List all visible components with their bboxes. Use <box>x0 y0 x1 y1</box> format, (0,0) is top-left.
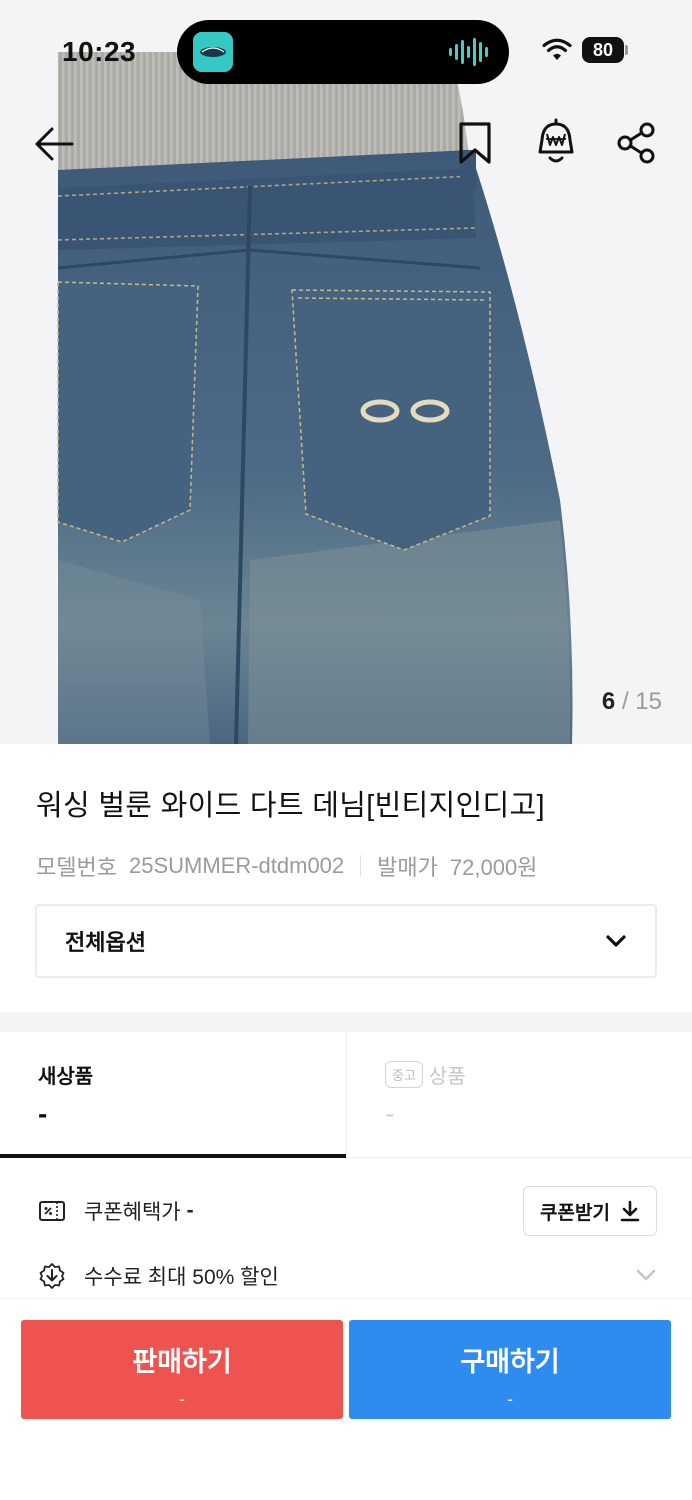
tab-used-label: 상품 <box>428 1066 466 1088</box>
coupon-price-label: 쿠폰혜택가 <box>84 1201 181 1224</box>
coupon-benefit-row: 쿠폰혜택가 - <box>38 1192 194 1230</box>
product-image-gallery[interactable]: 6 / 15 <box>0 0 692 744</box>
product-photo <box>0 0 692 744</box>
tab-new-label: 새상품 <box>38 1066 94 1088</box>
fee-discount-label: 수수료 최대 50% 할인 <box>84 1266 279 1289</box>
battery-level: 80 <box>592 40 614 60</box>
buy-button[interactable]: 구매하기 - <box>349 1320 671 1419</box>
option-select-label: 전체옵션 <box>65 930 146 955</box>
gallery-current-page: 6 <box>601 688 616 715</box>
model-number-value: 25SUMMER-dtdm002 <box>128 853 345 878</box>
meta-divider <box>360 855 362 877</box>
back-arrow-icon[interactable] <box>32 122 76 166</box>
model-number-label: 모델번호 <box>36 855 117 880</box>
gallery-page-indicator: 6 / 15 <box>602 688 662 716</box>
fee-discount-row[interactable]: 수수료 최대 50% 할인 <box>38 1258 279 1294</box>
active-tab-indicator <box>0 1154 346 1158</box>
status-time: 10:23 <box>62 36 137 67</box>
release-price-label: 발매가 <box>377 855 438 880</box>
product-meta: 모델번호 25SUMMER-dtdm002 발매가 72,000원 <box>36 850 537 882</box>
sell-button-price: - <box>179 1389 185 1409</box>
buy-button-price: - <box>507 1389 513 1409</box>
tab-used-product[interactable]: 중고 상품 - <box>346 1032 692 1158</box>
bookmark-icon[interactable] <box>455 120 495 166</box>
tab-used-label-group: 중고 상품 <box>385 1060 466 1089</box>
chevron-down-icon <box>606 935 626 947</box>
get-coupon-label: 쿠폰받기 <box>540 1202 610 1224</box>
sell-button[interactable]: 판매하기 - <box>21 1320 343 1419</box>
coupon-ticket-icon <box>39 1201 65 1221</box>
tab-new-price: - <box>38 1098 48 1129</box>
share-icon[interactable] <box>614 120 658 166</box>
battery-icon: 80 <box>582 37 628 63</box>
get-coupon-button[interactable]: 쿠폰받기 <box>523 1186 657 1236</box>
section-divider <box>0 1012 692 1032</box>
tab-used-price: - <box>385 1098 395 1129</box>
wifi-icon <box>542 38 572 60</box>
now-playing-app-icon <box>193 32 233 72</box>
download-icon <box>620 1200 640 1222</box>
chevron-down-icon[interactable] <box>636 1269 656 1281</box>
used-badge: 중고 <box>385 1061 423 1088</box>
release-price-value: 72,000원 <box>449 855 538 880</box>
discount-badge-icon <box>39 1263 65 1289</box>
product-title: 워싱 벌룬 와이드 다트 데님[빈티지인디고] <box>36 790 545 822</box>
sell-button-label: 판매하기 <box>132 1347 232 1377</box>
tab-new-product[interactable]: 새상품 - <box>0 1032 346 1158</box>
price-alert-bell-icon[interactable] <box>533 118 579 168</box>
gallery-separator: / <box>621 688 629 715</box>
coupon-price-value: - <box>186 1199 194 1222</box>
audio-waveform-icon <box>449 38 488 66</box>
dynamic-island <box>177 20 509 84</box>
gallery-total-pages: 15 <box>635 688 662 715</box>
buy-button-label: 구매하기 <box>460 1347 560 1377</box>
option-select-dropdown[interactable]: 전체옵션 <box>35 904 657 978</box>
